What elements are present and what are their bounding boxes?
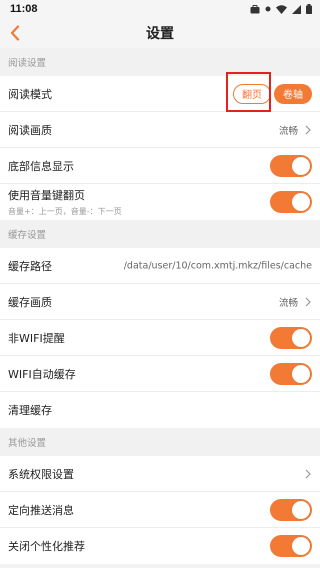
briefcase-icon	[250, 4, 260, 13]
wifi-icon	[276, 4, 287, 14]
chevron-right-icon	[305, 125, 311, 134]
section-reading: 阅读设置	[0, 48, 320, 76]
status-bar: 11:08	[0, 0, 320, 18]
volume-key-label: 使用音量键翻页	[8, 189, 85, 202]
personalized-row: 关闭个性化推荐	[0, 528, 320, 564]
personalized-label: 关闭个性化推荐	[8, 540, 85, 553]
push-message-label: 定向推送消息	[8, 503, 74, 517]
top-bar: 设置	[0, 18, 320, 48]
clear-cache-row[interactable]: 清理缓存	[0, 392, 320, 428]
cache-quality-label: 缓存画质	[8, 295, 52, 309]
reading-mode-control: 翻页 卷轴	[226, 71, 312, 112]
cache-path-row[interactable]: 缓存路径 /data/user/10/com.xmtj.mkz/files/ca…	[0, 248, 320, 284]
reading-group: 阅读模式 翻页 卷轴 阅读画质 流畅 底部信息显示 使用音量键翻页 音量+：上一…	[0, 71, 320, 220]
reading-mode-segmented: 翻页 卷轴	[226, 71, 312, 112]
permissions-label: 系统权限设置	[8, 467, 74, 481]
highlight-box	[226, 71, 271, 112]
cache-path-label: 缓存路径	[8, 259, 52, 273]
cache-path-value: /data/user/10/com.xmtj.mkz/files/cache	[123, 260, 312, 271]
bottom-info-label: 底部信息显示	[8, 159, 74, 173]
cache-quality-row[interactable]: 缓存画质 流畅	[0, 284, 320, 320]
personalized-toggle[interactable]	[270, 535, 312, 557]
wifi-auto-cache-row: WIFI自动缓存	[0, 356, 320, 392]
volume-key-toggle[interactable]	[270, 191, 312, 213]
status-time: 11:08	[10, 3, 38, 15]
reading-mode-row: 阅读模式 翻页 卷轴	[0, 71, 320, 112]
page-title: 设置	[146, 26, 174, 42]
reading-quality-label: 阅读画质	[8, 123, 52, 137]
reading-mode-label: 阅读模式	[8, 87, 52, 101]
bottom-info-toggle[interactable]	[270, 154, 312, 177]
permissions-row[interactable]: 系统权限设置	[0, 456, 320, 492]
volume-key-text: 使用音量键翻页 音量+：上一页，音量-：下一页	[8, 187, 122, 217]
toggle-knob	[292, 328, 310, 347]
cache-group: 缓存路径 /data/user/10/com.xmtj.mkz/files/ca…	[0, 248, 320, 428]
battery-icon	[306, 4, 312, 14]
back-arrow-icon	[10, 25, 20, 41]
cache-quality-value: 流畅	[278, 297, 298, 309]
reading-quality-control: 流畅	[279, 123, 312, 137]
mode-scroll-option[interactable]: 卷轴	[274, 83, 312, 104]
volume-key-hint: 音量+：上一页，音量-：下一页	[8, 207, 122, 216]
clear-cache-label: 清理缓存	[8, 404, 52, 417]
non-wifi-label: 非WIFI提醒	[8, 331, 65, 345]
section-other: 其他设置	[0, 428, 320, 456]
wifi-auto-cache-toggle[interactable]	[270, 362, 312, 385]
toggle-knob	[292, 193, 310, 211]
push-message-row: 定向推送消息	[0, 492, 320, 528]
chevron-right-icon	[305, 469, 311, 478]
toggle-knob	[292, 156, 310, 175]
section-cache: 缓存设置	[0, 220, 320, 248]
chevron-right-icon	[305, 297, 311, 306]
reading-quality-row[interactable]: 阅读画质 流畅	[0, 112, 320, 148]
non-wifi-row: 非WIFI提醒	[0, 320, 320, 356]
reading-quality-value: 流畅	[278, 125, 298, 137]
notification-dot-icon	[265, 6, 271, 12]
signal-icon	[292, 4, 301, 14]
push-message-toggle[interactable]	[270, 498, 312, 521]
toggle-knob	[292, 500, 310, 519]
toggle-knob	[292, 364, 310, 383]
wifi-auto-cache-label: WIFI自动缓存	[8, 367, 76, 381]
bottom-info-row: 底部信息显示	[0, 148, 320, 184]
non-wifi-toggle[interactable]	[270, 326, 312, 349]
back-button[interactable]	[6, 24, 24, 42]
other-group: 系统权限设置 定向推送消息 关闭个性化推荐	[0, 456, 320, 564]
status-icons	[250, 4, 312, 14]
volume-key-row: 使用音量键翻页 音量+：上一页，音量-：下一页	[0, 184, 320, 220]
toggle-knob	[292, 537, 310, 555]
